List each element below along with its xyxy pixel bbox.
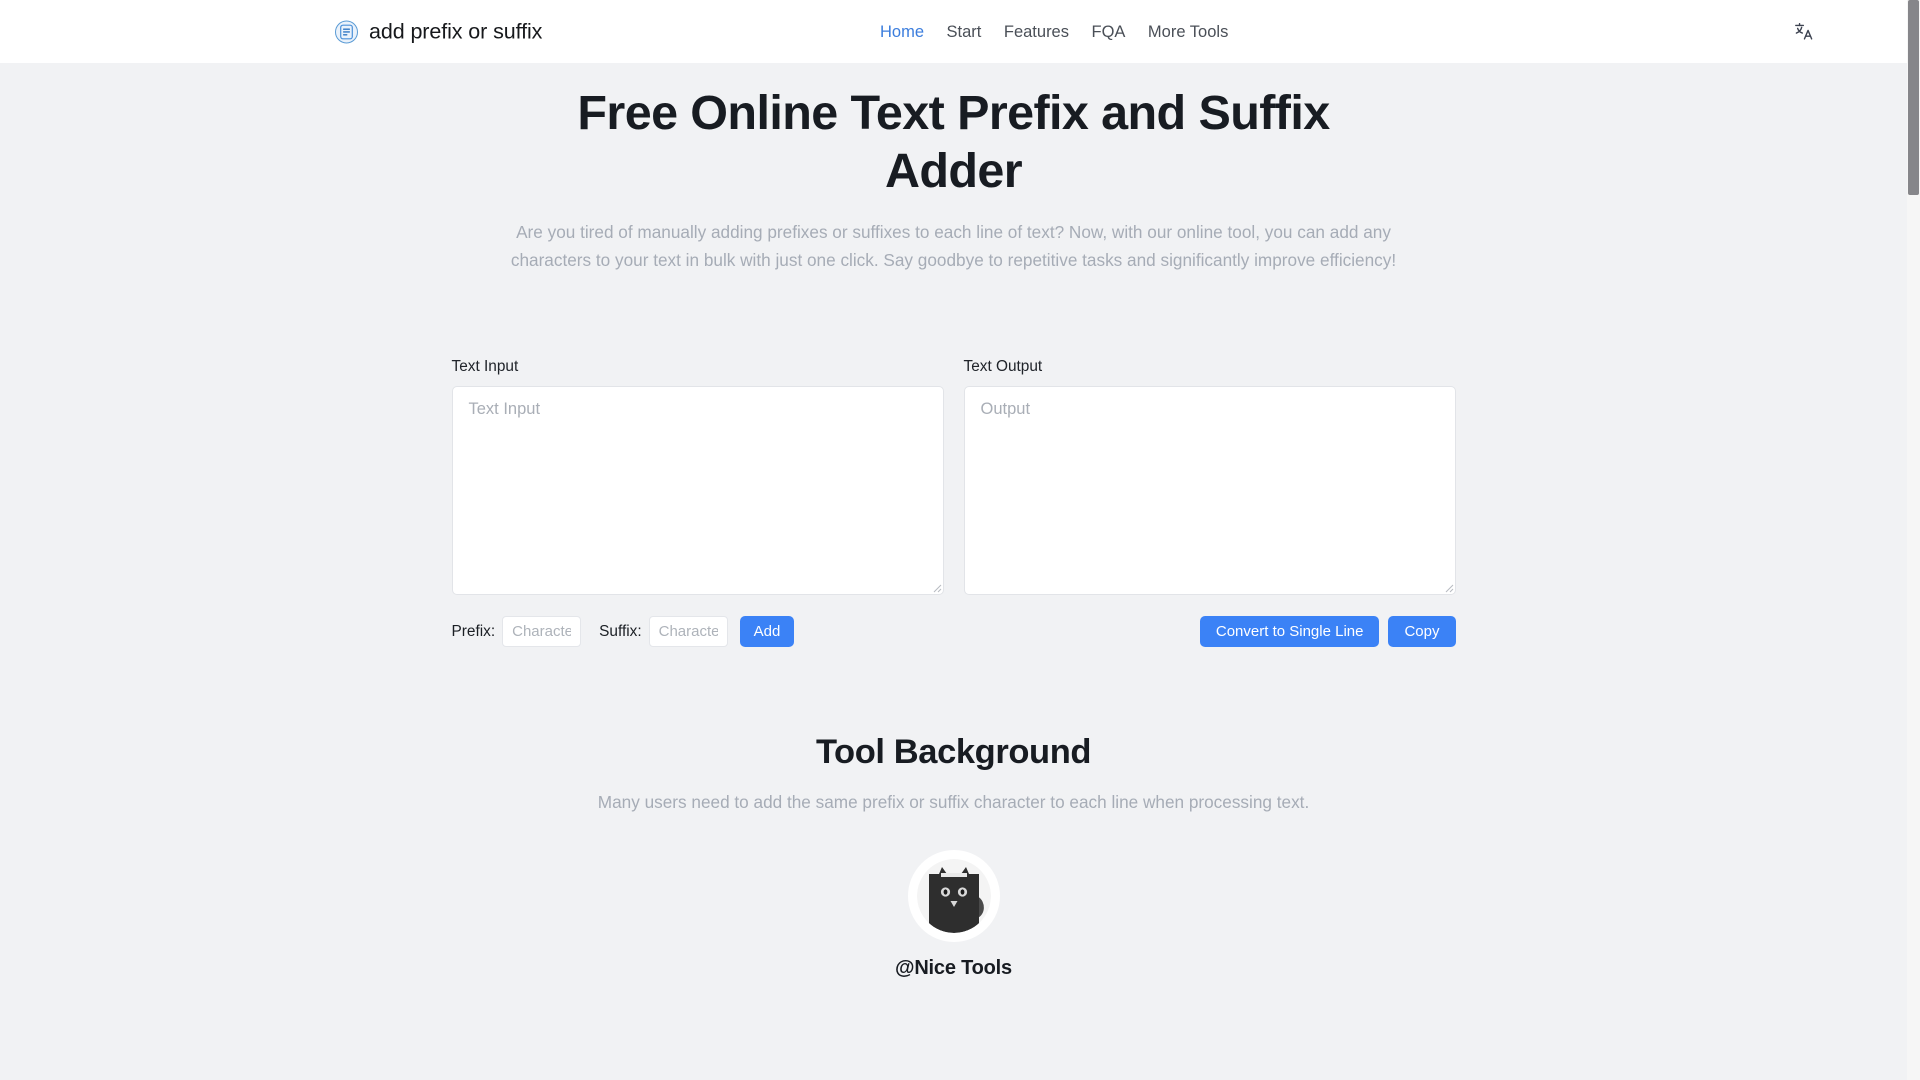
tool-section: Text Input Text Output bbox=[0, 275, 1907, 648]
brand-logo-link[interactable]: add prefix or suffix bbox=[335, 19, 542, 44]
controls-row: Prefix: Suffix: Add Convert to Single Li… bbox=[452, 616, 1456, 648]
page-scrollbar[interactable] bbox=[1907, 0, 1920, 1080]
nav-item-home[interactable]: Home bbox=[880, 23, 924, 40]
controls-right-group: Convert to Single Line Copy bbox=[1199, 616, 1456, 648]
nav-item-more-tools[interactable]: More Tools bbox=[1148, 23, 1228, 40]
text-panes: Text Input Text Output bbox=[451, 358, 1456, 595]
output-pane: Text Output bbox=[963, 358, 1456, 595]
prefix-label: Prefix: bbox=[451, 622, 496, 640]
page-title: Free Online Text Prefix and Suffix Adder bbox=[577, 86, 1330, 198]
nav-item-start[interactable]: Start bbox=[947, 23, 982, 40]
site-header: add prefix or suffix Home Start Features… bbox=[0, 0, 1907, 63]
nav-item-features[interactable]: Features bbox=[1004, 23, 1069, 40]
tool-background-title: Tool Background bbox=[815, 732, 1092, 771]
nav-item-fqa[interactable]: FQA bbox=[1092, 23, 1126, 40]
scrollbar-thumb[interactable] bbox=[1908, 0, 1919, 195]
suffix-input[interactable] bbox=[648, 616, 728, 648]
document-lines-icon bbox=[335, 20, 358, 43]
input-pane-label: Text Input bbox=[451, 358, 519, 376]
output-pane-label: Text Output bbox=[963, 358, 1043, 376]
convert-to-single-line-button[interactable]: Convert to Single Line bbox=[1199, 616, 1380, 648]
suffix-label: Suffix: bbox=[599, 622, 642, 640]
hero-section: Free Online Text Prefix and Suffix Adder… bbox=[0, 63, 1907, 275]
tool-background-description: Many users need to add the same prefix o… bbox=[597, 791, 1310, 812]
input-pane: Text Input bbox=[451, 358, 944, 595]
add-button[interactable]: Add bbox=[739, 616, 795, 648]
black-cat-avatar bbox=[916, 858, 991, 933]
tool-background-section: Tool Background Many users need to add t… bbox=[0, 648, 1907, 980]
avatar bbox=[907, 849, 1000, 942]
prefix-input[interactable] bbox=[502, 616, 582, 648]
copy-button[interactable]: Copy bbox=[1388, 616, 1456, 648]
controls-left-group: Prefix: Suffix: Add bbox=[451, 616, 795, 648]
text-output[interactable] bbox=[963, 385, 1456, 595]
author-name: @Nice Tools bbox=[895, 956, 1012, 979]
text-input[interactable] bbox=[451, 385, 944, 595]
main-navigation: Home Start Features FQA More Tools bbox=[880, 23, 1228, 40]
translate-language-icon[interactable] bbox=[1787, 16, 1819, 48]
page-description: Are you tired of manually adding prefixe… bbox=[510, 222, 1397, 271]
brand-title: add prefix or suffix bbox=[369, 19, 543, 43]
author-block: @Nice Tools bbox=[0, 849, 1907, 980]
